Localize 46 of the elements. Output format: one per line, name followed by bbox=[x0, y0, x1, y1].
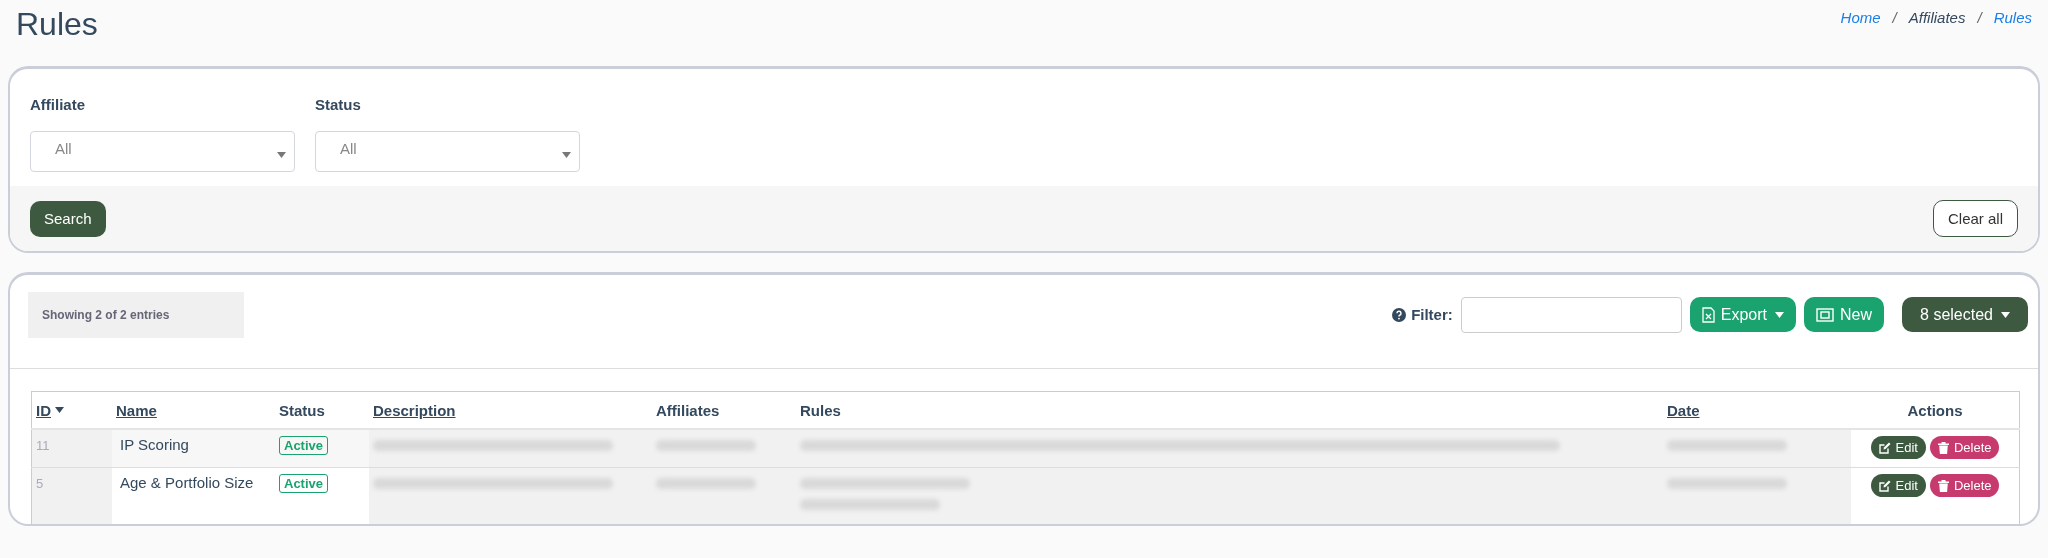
breadcrumb-link[interactable]: Home bbox=[1840, 9, 1881, 26]
breadcrumb-separator: / bbox=[1977, 9, 1982, 26]
delete-button[interactable]: Delete bbox=[1929, 436, 2000, 459]
edit-icon bbox=[1878, 441, 1891, 454]
edit-button[interactable]: Edit bbox=[1870, 436, 1926, 459]
trash-icon bbox=[1937, 441, 1949, 454]
select-field[interactable]: All bbox=[30, 131, 295, 172]
columns-selected-button[interactable]: 8 selected bbox=[1902, 297, 2028, 332]
trash-icon bbox=[1937, 479, 1949, 492]
column-header: Actions bbox=[1907, 401, 1963, 419]
name-cell-text: Age & Portfolio Size bbox=[119, 474, 254, 491]
column-header: Rules bbox=[800, 401, 841, 419]
id-cell: 11 bbox=[36, 438, 50, 453]
search-button[interactable]: Search bbox=[30, 200, 106, 237]
caret-icon bbox=[562, 151, 571, 158]
name-cell-text: IP Scoring bbox=[119, 436, 189, 453]
entries-info: Showing 2 of 2 entries bbox=[28, 291, 244, 338]
field-label: Affiliate bbox=[30, 96, 86, 113]
caret-icon bbox=[277, 151, 286, 158]
sort-header-link[interactable]: Name bbox=[116, 401, 157, 419]
breadcrumb-separator: / bbox=[1892, 9, 1897, 26]
select-field[interactable]: All bbox=[315, 131, 580, 172]
column-header: Status bbox=[279, 401, 325, 419]
column-header: Affiliates bbox=[656, 401, 720, 419]
sort-header-link[interactable]: ID bbox=[36, 401, 64, 419]
caret-icon bbox=[55, 407, 64, 413]
caret-icon bbox=[2001, 311, 2010, 318]
field-label: Status bbox=[315, 96, 362, 113]
sort-header-link[interactable]: Description bbox=[373, 401, 456, 419]
edit-button[interactable]: Edit bbox=[1870, 474, 1926, 497]
filter-input[interactable] bbox=[1460, 296, 1682, 333]
help-icon bbox=[1392, 307, 1407, 322]
caret-icon bbox=[1775, 311, 1785, 318]
current-page-label: Affiliates bbox=[1908, 9, 1966, 26]
sort-header-link[interactable]: Date bbox=[1667, 401, 1700, 419]
delete-button[interactable]: Delete bbox=[1929, 474, 2000, 497]
spreadsheet-file-icon bbox=[1701, 306, 1715, 323]
status-label: Active bbox=[279, 474, 329, 493]
filter-label: Filter: bbox=[1411, 306, 1453, 323]
breadcrumb-link[interactable]: Rules bbox=[1993, 9, 2032, 26]
id-cell: 5 bbox=[36, 476, 44, 491]
frame-icon bbox=[1816, 307, 1835, 322]
edit-icon bbox=[1878, 479, 1891, 492]
page-title: Rules bbox=[16, 6, 98, 43]
status-label: Active bbox=[279, 436, 329, 455]
clear-all-button[interactable]: Clear all bbox=[1932, 200, 2018, 237]
